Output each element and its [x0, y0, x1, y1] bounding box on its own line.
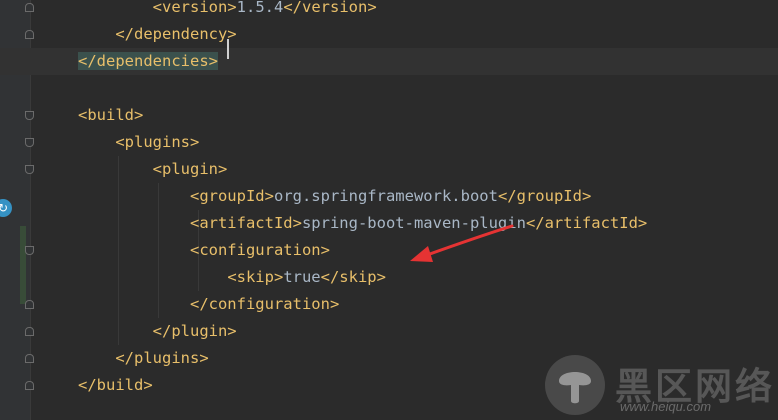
mushroom-logo-icon	[545, 355, 605, 415]
watermark-url: www.heiqu.com	[620, 399, 712, 414]
watermark: 黑区网络 www.heiqu.com	[543, 352, 778, 420]
code-editor[interactable]: ↻ <version>1.5.4</version> </dependency>…	[0, 0, 778, 420]
